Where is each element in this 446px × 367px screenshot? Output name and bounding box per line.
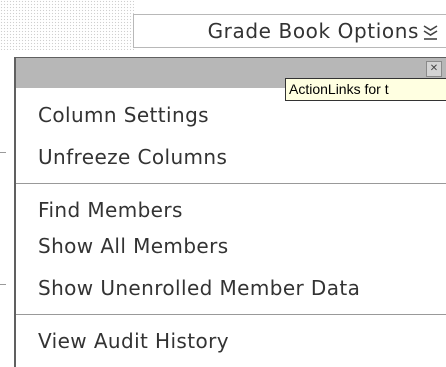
divider-tick (0, 152, 6, 153)
divider-tick (0, 284, 6, 285)
menu-separator (16, 183, 446, 184)
double-chevron-down-icon (423, 21, 438, 41)
close-icon[interactable]: ✕ (426, 61, 442, 77)
menu-item-view-audit-history[interactable]: View Audit History (16, 324, 446, 358)
menu-item-find-members[interactable]: Find Members (16, 193, 446, 227)
dotted-background (0, 0, 134, 50)
menu-separator (16, 314, 446, 315)
page-margin (0, 50, 14, 367)
grade-book-options-menu: ✕ Column Settings Unfreeze Columns Find … (14, 57, 446, 367)
menu-item-show-unenrolled-member-data[interactable]: Show Unenrolled Member Data (16, 271, 446, 305)
grade-book-options-label: Grade Book Options (207, 19, 419, 43)
grade-book-options-button[interactable]: Grade Book Options (133, 14, 446, 48)
actionlinks-tooltip: ActionLinks for t (285, 78, 446, 101)
menu-item-column-settings[interactable]: Column Settings (16, 98, 446, 132)
menu-item-unfreeze-columns[interactable]: Unfreeze Columns (16, 140, 446, 174)
menu-item-show-all-members[interactable]: Show All Members (16, 229, 446, 263)
